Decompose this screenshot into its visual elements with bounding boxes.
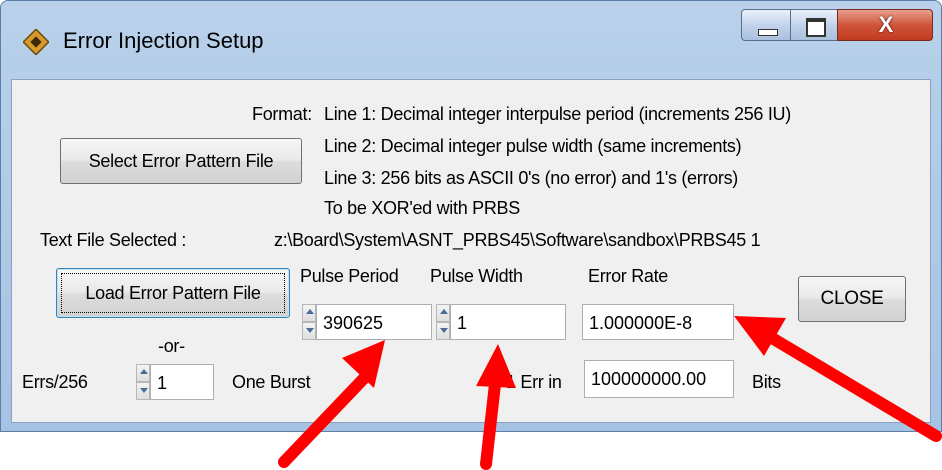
text-file-selected-label: Text File Selected : (40, 230, 187, 250)
close-icon: X (878, 12, 894, 37)
window-title: Error Injection Setup (63, 28, 264, 53)
app-icon (23, 29, 49, 55)
pulse-width-spinner[interactable] (436, 304, 450, 340)
format-line-3: Line 3: 256 bits as ASCII 0's (no error)… (324, 168, 738, 188)
pulse-period-spinner[interactable] (302, 304, 316, 340)
format-line-4: To be XOR'ed with PRBS (324, 198, 520, 218)
title-bar[interactable]: Error Injection Setup X (1, 1, 941, 79)
error-rate-header: Error Rate (588, 266, 669, 286)
spin-down-arrow-icon[interactable] (136, 382, 150, 400)
pulse-width-input[interactable]: 1 (450, 304, 566, 340)
or-label: -or- (158, 336, 185, 356)
spin-up-arrow-icon[interactable] (136, 364, 150, 382)
errs-256-input[interactable]: 1 (150, 364, 214, 400)
load-error-pattern-file-button[interactable]: Load Error Pattern File (56, 268, 290, 318)
error-rate-input[interactable]: 1.000000E-8 (582, 304, 734, 340)
close-button[interactable]: CLOSE (798, 276, 906, 322)
spin-down-arrow-icon[interactable] (302, 322, 316, 340)
format-label: Format: (252, 104, 312, 124)
errs-256-spinner[interactable] (136, 364, 150, 400)
minimize-icon (758, 29, 778, 36)
close-window-button[interactable]: X (837, 9, 933, 41)
format-line-2: Line 2: Decimal integer pulse width (sam… (324, 136, 742, 156)
spin-up-arrow-icon[interactable] (302, 304, 316, 322)
select-error-pattern-file-button[interactable]: Select Error Pattern File (60, 138, 302, 184)
format-line-1: Line 1: Decimal integer interpulse perio… (324, 104, 791, 124)
spin-up-arrow-icon[interactable] (436, 304, 450, 322)
spin-down-arrow-icon[interactable] (436, 322, 450, 340)
maximize-icon (806, 18, 826, 37)
dialog-body: Format: Line 1: Decimal integer interpul… (11, 79, 931, 423)
errs-256-label: Errs/256 (22, 372, 88, 392)
focus-rectangle (61, 273, 285, 313)
minimize-button[interactable] (741, 9, 791, 41)
pulse-period-header: Pulse Period (300, 266, 399, 286)
error-injection-window: Error Injection Setup X Format: Line 1: … (0, 0, 942, 432)
err-in-bits-input[interactable]: 100000000.00 (584, 360, 734, 398)
maximize-button[interactable] (790, 9, 838, 41)
pulse-width-header: Pulse Width (430, 266, 523, 286)
selected-file-path: z:\Board\System\ASNT_PRBS45\Software\san… (274, 230, 761, 250)
pulse-period-input[interactable]: 390625 (316, 304, 432, 340)
err-in-label: 1 Err in (506, 372, 562, 392)
bits-label: Bits (752, 372, 781, 392)
one-burst-label: One Burst (232, 372, 311, 392)
